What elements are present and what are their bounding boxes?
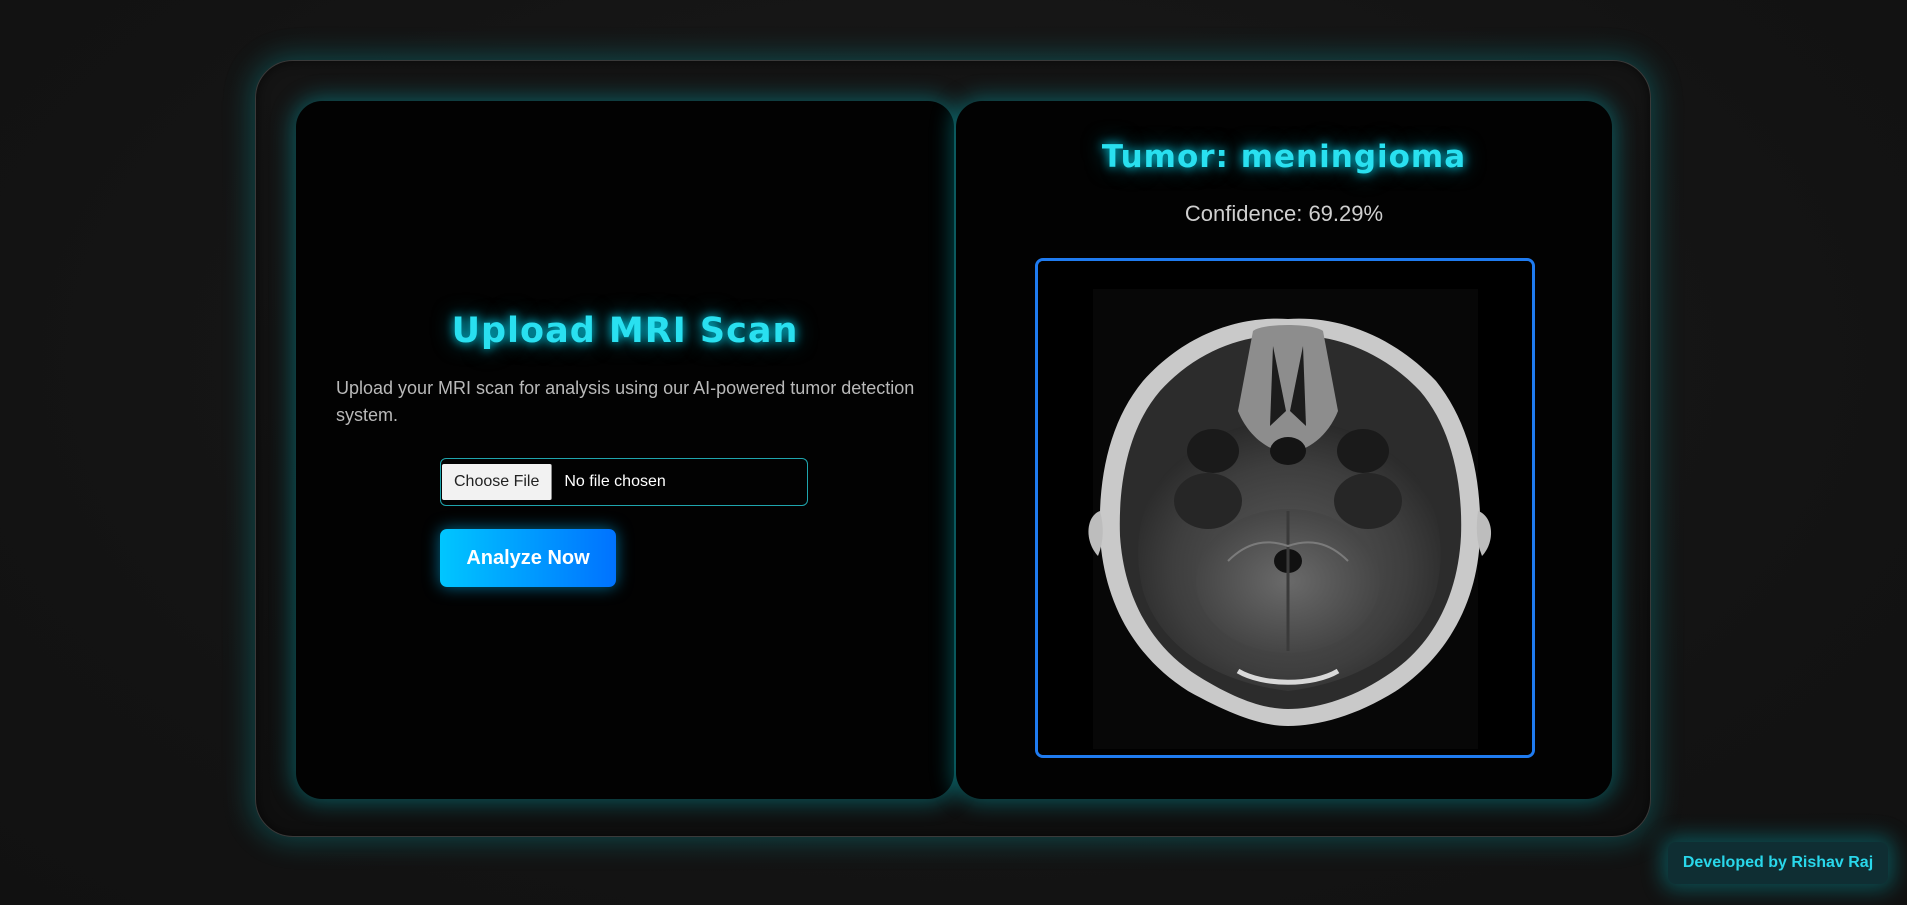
tumor-result-title: Tumor: meningioma <box>1101 139 1467 175</box>
developer-credit: Developed by Rishav Raj <box>1668 842 1888 884</box>
page: Upload MRI Scan Upload your MRI scan for… <box>0 0 1907 905</box>
result-panel: Tumor: meningioma Confidence: 69.29% <box>956 101 1612 799</box>
upload-description: Upload your MRI scan for analysis using … <box>336 378 915 425</box>
confidence-text: Confidence: 69.29% <box>1184 201 1384 226</box>
choose-file-button[interactable]: Choose File <box>442 464 553 500</box>
upload-title: Upload MRI Scan <box>451 311 799 351</box>
upload-panel: Upload MRI Scan Upload your MRI scan for… <box>296 101 954 799</box>
main-card: Upload MRI Scan Upload your MRI scan for… <box>255 60 1651 837</box>
file-status-text: No file chosen <box>564 473 666 490</box>
file-input[interactable]: Choose File No file chosen <box>440 458 808 506</box>
mri-brain-image <box>1038 261 1532 755</box>
analyze-now-button[interactable]: Analyze Now <box>440 529 616 587</box>
mri-scan-image <box>1035 258 1535 758</box>
